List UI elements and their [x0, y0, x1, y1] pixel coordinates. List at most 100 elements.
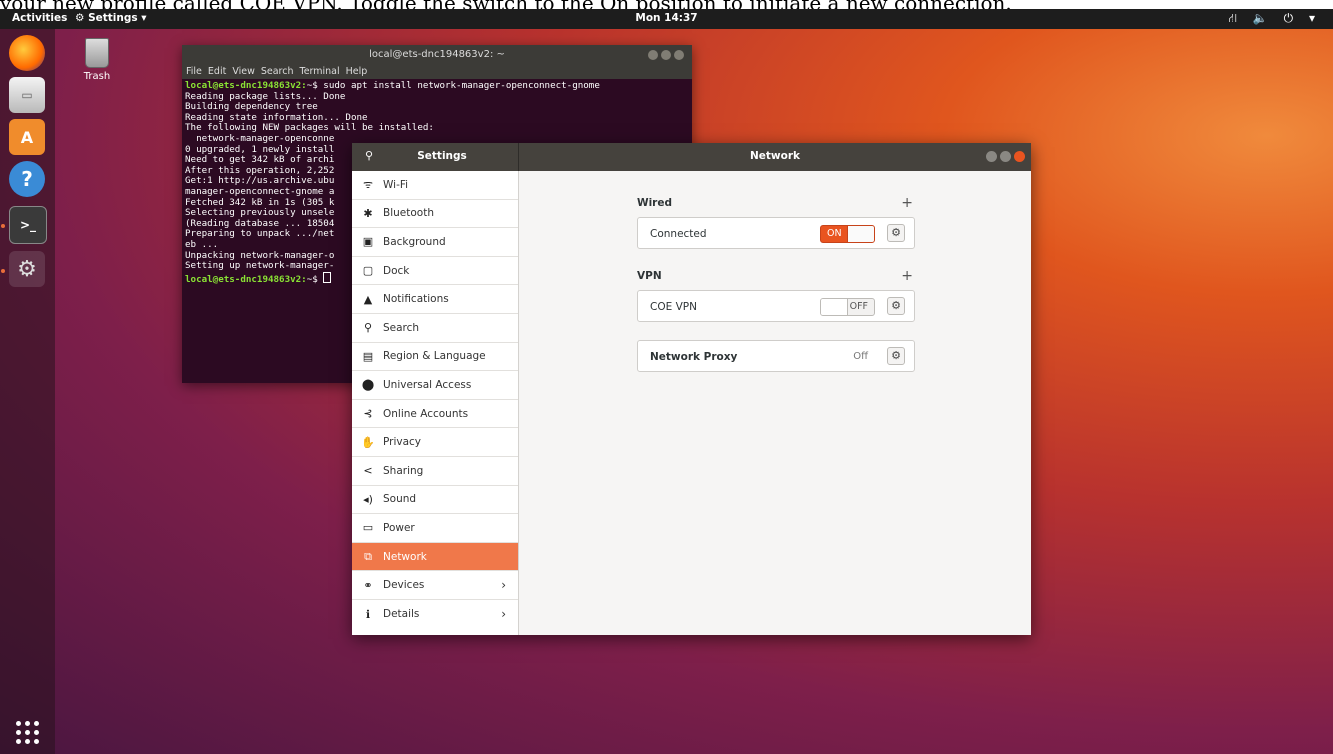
software-icon[interactable]: A [9, 119, 45, 155]
sidebar-item-online-accounts[interactable]: ⊰ Online Accounts [352, 400, 518, 429]
sidebar-item-network[interactable]: ⧉ Network [352, 542, 518, 572]
settings-close-button[interactable] [1014, 151, 1025, 162]
terminal-line: Selecting previously unsele [185, 207, 335, 219]
vpn-heading-label: VPN [637, 270, 662, 282]
wired-heading: Wired + [637, 195, 913, 211]
details-icon: ℹ [365, 607, 371, 621]
files-icon[interactable]: ▭ [9, 77, 45, 113]
sidebar-item-label: Notifications [383, 293, 449, 306]
terminal-command: ~$ sudo apt install network-manager-open… [306, 80, 600, 91]
terminal-line: Reading package lists... Done [185, 90, 346, 102]
terminal-menu-terminal[interactable]: Terminal [300, 66, 340, 77]
terminal-line: network-manager-openconne [185, 132, 335, 144]
gear-icon[interactable]: ⚙ [887, 347, 905, 365]
wired-toggle-switch[interactable]: ON [820, 225, 875, 243]
dock: ▭ A ? >_ ⚙ [0, 29, 55, 754]
show-applications-icon[interactable] [16, 721, 40, 745]
terminal-close-button[interactable] [674, 50, 684, 60]
settings-maximize-button[interactable] [1000, 151, 1011, 162]
sidebar-item-privacy[interactable]: ✋ Privacy [352, 428, 518, 457]
terminal-minimize-button[interactable] [648, 50, 658, 60]
sidebar-item-devices[interactable]: ⚭ Devices › [352, 571, 518, 600]
wired-connection-row: Connected ON ⚙ [637, 217, 915, 249]
system-tray[interactable]: ⛙ 🔈 ⏻ ▾ [1229, 11, 1321, 27]
terminal-line: The following NEW packages will be insta… [185, 122, 434, 134]
terminal-menu-help[interactable]: Help [346, 66, 368, 77]
search-icon[interactable]: ⚲ [360, 149, 378, 165]
terminal-running-indicator [1, 224, 5, 228]
sidebar-item-label: Devices [383, 579, 425, 592]
terminal-line: Preparing to unpack .../net [185, 228, 335, 240]
terminal-menu-view[interactable]: View [232, 66, 255, 77]
universal-access-icon: ⬤ [361, 378, 375, 392]
add-wired-button[interactable]: + [901, 195, 913, 211]
terminal-menu-edit[interactable]: Edit [208, 66, 226, 77]
panel-title: Network [749, 150, 800, 162]
settings-title: Settings [417, 150, 467, 162]
add-vpn-button[interactable]: + [901, 268, 913, 284]
sidebar-item-label: Bluetooth [383, 207, 434, 220]
gear-icon[interactable]: ⚙ [887, 224, 905, 242]
terminal-line: 0 upgraded, 1 newly install [185, 143, 335, 155]
privacy-icon: ✋ [361, 435, 375, 449]
clock[interactable]: Mon 14:37 [0, 12, 1333, 24]
sidebar-item-sound[interactable]: ◂) Sound [352, 486, 518, 515]
sharing-icon: < [363, 464, 373, 478]
terminal-menubar: File Edit View Search Terminal Help [182, 65, 692, 79]
sidebar-item-label: Details [383, 608, 420, 621]
sidebar-item-label: Privacy [383, 436, 422, 449]
settings-running-indicator [1, 269, 5, 273]
trash-desktop-item[interactable]: Trash [72, 38, 122, 82]
terminal-titlebar[interactable]: local@ets-dnc194863v2: ~ [182, 45, 692, 65]
settings-window[interactable]: ⚲ Settings Network ᯤ Wi-Fi ✱ Bluetooth ▣ Ba… [352, 143, 1031, 635]
help-icon[interactable]: ? [9, 161, 45, 197]
sidebar-item-notifications[interactable]: ▲ Notifications [352, 285, 518, 314]
sidebar-item-background[interactable]: ▣ Background [352, 228, 518, 257]
switch-knob [847, 226, 874, 242]
bluetooth-icon: ✱ [363, 206, 373, 220]
power-icon: ▭ [362, 521, 374, 535]
terminal-line: manager-openconnect-gnome a [185, 185, 335, 197]
terminal-cursor [323, 271, 332, 283]
dock-icon: ▢ [362, 264, 374, 278]
vpn-toggle-switch[interactable]: OFF [820, 298, 875, 316]
settings-icon[interactable]: ⚙ [9, 251, 45, 287]
wired-status-label: Connected [650, 228, 707, 240]
terminal-line: Reading state information... Done [185, 111, 368, 123]
app-menu-button[interactable]: ⚙ Settings ▾ [75, 12, 147, 24]
notifications-icon: ▲ [363, 292, 373, 306]
sidebar-item-search[interactable]: ⚲ Search [352, 314, 518, 343]
terminal-prompt: local@ets-dnc194863v2: [185, 273, 307, 285]
sidebar-item-sharing[interactable]: < Sharing [352, 457, 518, 486]
terminal-title: local@ets-dnc194863v2: ~ [369, 49, 505, 60]
network-panel: Wired + Connected ON ⚙ VPN + COE VPN OFF… [519, 171, 1031, 635]
terminal-prompt: local@ets-dnc194863v2: [185, 80, 307, 91]
sidebar-item-details[interactable]: ℹ Details › [352, 600, 518, 629]
sidebar-item-dock[interactable]: ▢ Dock [352, 257, 518, 286]
sidebar-item-region-language[interactable]: ▤ Region & Language [352, 343, 518, 372]
sidebar-item-universal-access[interactable]: ⬤ Universal Access [352, 371, 518, 400]
sidebar-item-power[interactable]: ▭ Power [352, 514, 518, 543]
sidebar-item-label: Search [383, 321, 420, 334]
wired-heading-label: Wired [637, 197, 672, 209]
settings-minimize-button[interactable] [986, 151, 997, 162]
region-language-icon: ▤ [362, 349, 374, 363]
terminal-icon[interactable]: >_ [9, 206, 47, 244]
background-icon: ▣ [362, 235, 374, 249]
settings-headerbar[interactable]: ⚲ Settings Network [352, 143, 1031, 171]
terminal-maximize-button[interactable] [661, 50, 671, 60]
sidebar-item-label: Universal Access [383, 378, 472, 391]
terminal-menu-file[interactable]: File [186, 66, 202, 77]
network-proxy-row[interactable]: Network Proxy Off ⚙ [637, 340, 915, 372]
firefox-icon[interactable] [9, 35, 45, 71]
vpn-connection-row: COE VPN OFF ⚙ [637, 290, 915, 322]
sidebar-item-bluetooth[interactable]: ✱ Bluetooth [352, 200, 518, 229]
trash-icon [85, 38, 109, 68]
terminal-line: After this operation, 2,252 [185, 164, 335, 176]
activities-button[interactable]: Activities [12, 12, 67, 24]
sidebar-item-label: Power [383, 521, 415, 534]
devices-icon: ⚭ [363, 578, 373, 592]
gear-icon[interactable]: ⚙ [887, 297, 905, 315]
sidebar-item-wifi[interactable]: ᯤ Wi-Fi [352, 171, 518, 200]
terminal-menu-search[interactable]: Search [261, 66, 294, 77]
